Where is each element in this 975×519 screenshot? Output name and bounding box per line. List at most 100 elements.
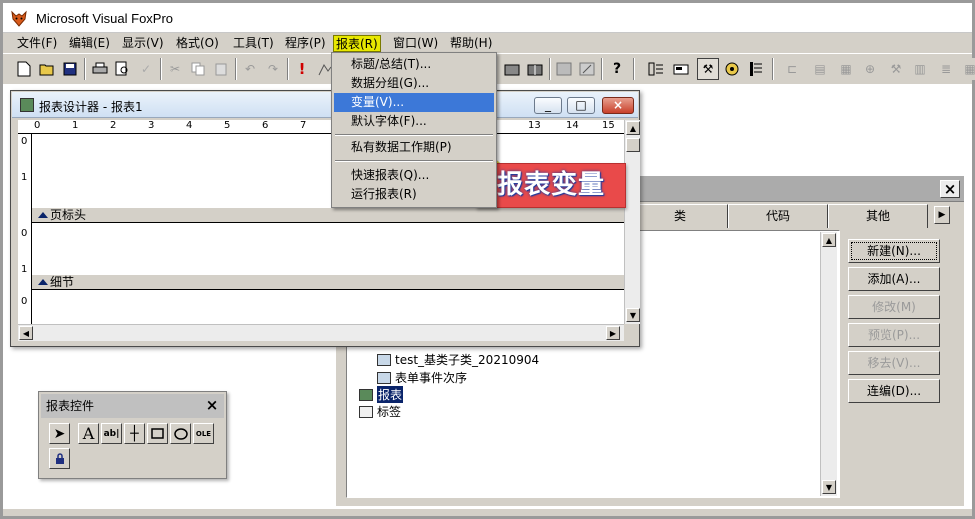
query-icon[interactable]: ▦ bbox=[835, 58, 857, 80]
spell-check-icon[interactable]: ✓ bbox=[135, 58, 157, 80]
menu-item-data-grouping[interactable]: 数据分组(G)... bbox=[334, 74, 494, 93]
app-title: Microsoft Visual FoxPro bbox=[36, 11, 174, 26]
menu-tools[interactable]: 工具(T) bbox=[231, 35, 276, 52]
scroll-down-icon[interactable]: ▼ bbox=[822, 480, 836, 494]
field-tool-icon[interactable]: ab| bbox=[101, 423, 122, 444]
menu-report[interactable]: 报表(R) bbox=[333, 35, 381, 52]
more-icon[interactable]: ▦ bbox=[959, 58, 975, 80]
ole-bound-tool-icon[interactable]: OLE bbox=[193, 423, 214, 444]
tab-scroll-right-icon[interactable]: ▶ bbox=[934, 206, 950, 224]
report-icon bbox=[20, 98, 34, 112]
project-tree-scrollbar[interactable]: ▲ ▼ bbox=[820, 232, 837, 496]
modify-button[interactable]: 修改(M) bbox=[848, 295, 940, 319]
project-manager-close-button[interactable]: × bbox=[940, 180, 960, 198]
close-button[interactable]: × bbox=[602, 97, 634, 114]
scroll-down-icon[interactable]: ▼ bbox=[626, 308, 640, 322]
menu-edit[interactable]: 编辑(E) bbox=[67, 35, 112, 52]
add-button[interactable]: 添加(A)... bbox=[848, 267, 940, 291]
rectangle-tool-icon[interactable] bbox=[147, 423, 168, 444]
menu-program[interactable]: 程序(P) bbox=[283, 35, 328, 52]
report-designer-title: 报表设计器 - 报表1 bbox=[39, 100, 143, 114]
save-icon[interactable] bbox=[59, 58, 81, 80]
run-icon[interactable]: ! bbox=[291, 58, 313, 80]
button-lock-icon[interactable] bbox=[49, 448, 70, 469]
preview-button[interactable]: 预览(P)... bbox=[848, 323, 940, 347]
form-icon[interactable] bbox=[553, 58, 575, 80]
undo-icon[interactable]: ↶ bbox=[239, 58, 261, 80]
tree-item-reports[interactable]: 报表 bbox=[359, 386, 404, 403]
tree-item-labels[interactable]: 标签 bbox=[359, 403, 401, 420]
help-question-icon[interactable]: ? bbox=[606, 58, 628, 80]
component-gallery-icon[interactable] bbox=[670, 58, 692, 80]
status-bar bbox=[3, 509, 972, 516]
rounded-rectangle-tool-icon[interactable] bbox=[170, 423, 191, 444]
menu-item-variables[interactable]: 变量(V)... bbox=[334, 93, 494, 112]
menu-view[interactable]: 显示(V) bbox=[120, 35, 166, 52]
tab-code[interactable]: 代码 bbox=[728, 204, 828, 228]
report-designer-titlebar: 报表设计器 - 报表1 _ □ × bbox=[12, 92, 638, 118]
menu-item-private-data-session[interactable]: 私有数据工作期(P) bbox=[334, 138, 494, 157]
report-horizontal-scrollbar[interactable]: ◀ ▶ bbox=[18, 324, 624, 341]
open-folder-icon[interactable] bbox=[36, 58, 58, 80]
label-tool-icon[interactable]: A bbox=[78, 423, 99, 444]
tab-other[interactable]: 其他 bbox=[828, 204, 928, 228]
menu-format[interactable]: 格式(O) bbox=[174, 35, 221, 52]
report-vertical-scrollbar[interactable]: ▲ ▼ bbox=[624, 120, 640, 324]
menu-bar: 文件(F) 编辑(E) 显示(V) 格式(O) 工具(T) 程序(P) 报表(R… bbox=[3, 33, 972, 53]
data-session-icon[interactable] bbox=[501, 58, 523, 80]
properties-icon[interactable] bbox=[745, 58, 767, 80]
remove-button[interactable]: 移去(V)... bbox=[848, 351, 940, 375]
tools-icon[interactable]: ⚒ bbox=[697, 58, 719, 80]
data-grid-icon[interactable] bbox=[524, 58, 546, 80]
report-icon[interactable]: ▤ bbox=[809, 58, 831, 80]
build-button[interactable]: 连编(D)... bbox=[848, 379, 940, 403]
edit-form-icon[interactable] bbox=[576, 58, 598, 80]
redo-icon[interactable]: ↷ bbox=[262, 58, 284, 80]
menu-item-title-summary[interactable]: 标题/总结(T)... bbox=[334, 55, 494, 74]
coverage-icon[interactable] bbox=[721, 58, 743, 80]
paste-icon[interactable] bbox=[210, 58, 232, 80]
band-page-header[interactable]: 页标头 bbox=[32, 207, 624, 223]
select-pointer-icon[interactable]: ➤ bbox=[49, 423, 70, 444]
class-browser-icon[interactable] bbox=[645, 58, 667, 80]
scroll-right-icon[interactable]: ▶ bbox=[606, 326, 620, 340]
cut-icon[interactable]: ✂ bbox=[164, 58, 186, 80]
menu-window[interactable]: 窗口(W) bbox=[391, 35, 440, 52]
label-icon bbox=[359, 405, 373, 418]
tab-classes[interactable]: 类 bbox=[632, 204, 728, 228]
new-button[interactable]: 新建(N)... bbox=[848, 239, 940, 263]
menu-item-quick-report[interactable]: 快速报表(Q)... bbox=[334, 166, 494, 185]
scroll-thumb[interactable] bbox=[626, 138, 640, 152]
copy-icon[interactable] bbox=[187, 58, 209, 80]
toolbox-title: 报表控件 bbox=[46, 399, 95, 413]
menu-designer-icon[interactable]: ▥ bbox=[909, 58, 931, 80]
tree-item-form[interactable]: 表单事件次序 bbox=[377, 369, 467, 386]
band-arrow-icon bbox=[38, 279, 48, 285]
band-arrow-icon bbox=[38, 212, 48, 218]
minimize-button[interactable]: _ bbox=[534, 97, 562, 114]
menu-item-run-report[interactable]: 运行报表(R) bbox=[334, 185, 494, 204]
menu-file[interactable]: 文件(F) bbox=[15, 35, 59, 52]
menu-item-default-font[interactable]: 默认字体(F)... bbox=[334, 112, 494, 131]
app-title-bar: Microsoft Visual FoxPro bbox=[3, 3, 972, 33]
scroll-up-icon[interactable]: ▲ bbox=[822, 233, 836, 247]
print-icon[interactable] bbox=[89, 58, 111, 80]
line-tool-icon[interactable]: ┼ bbox=[124, 423, 145, 444]
print-preview-icon[interactable] bbox=[112, 58, 134, 80]
new-file-icon[interactable] bbox=[13, 58, 35, 80]
scroll-up-icon[interactable]: ▲ bbox=[626, 121, 640, 135]
form-icon bbox=[377, 353, 391, 366]
maximize-button[interactable]: □ bbox=[567, 97, 595, 114]
view-icon[interactable]: ⊕ bbox=[859, 58, 881, 80]
build-icon[interactable]: ⚒ bbox=[885, 58, 907, 80]
band-detail[interactable]: 细节 bbox=[32, 274, 624, 290]
menu-help[interactable]: 帮助(H) bbox=[448, 35, 494, 52]
report-variables-callout: 报表变量 bbox=[476, 163, 626, 208]
toolbox-close-button[interactable]: × bbox=[203, 397, 221, 415]
list-icon[interactable]: ≣ bbox=[935, 58, 957, 80]
layout-icon[interactable]: ⊏ bbox=[781, 58, 803, 80]
horizontal-ruler: 0 1 2 3 4 5 6 7 8 9 10 11 13 14 15 bbox=[18, 120, 624, 134]
report-icon bbox=[359, 388, 373, 401]
scroll-left-icon[interactable]: ◀ bbox=[19, 326, 33, 340]
tree-item-form[interactable]: test_基类子类_20210904 bbox=[377, 351, 539, 368]
